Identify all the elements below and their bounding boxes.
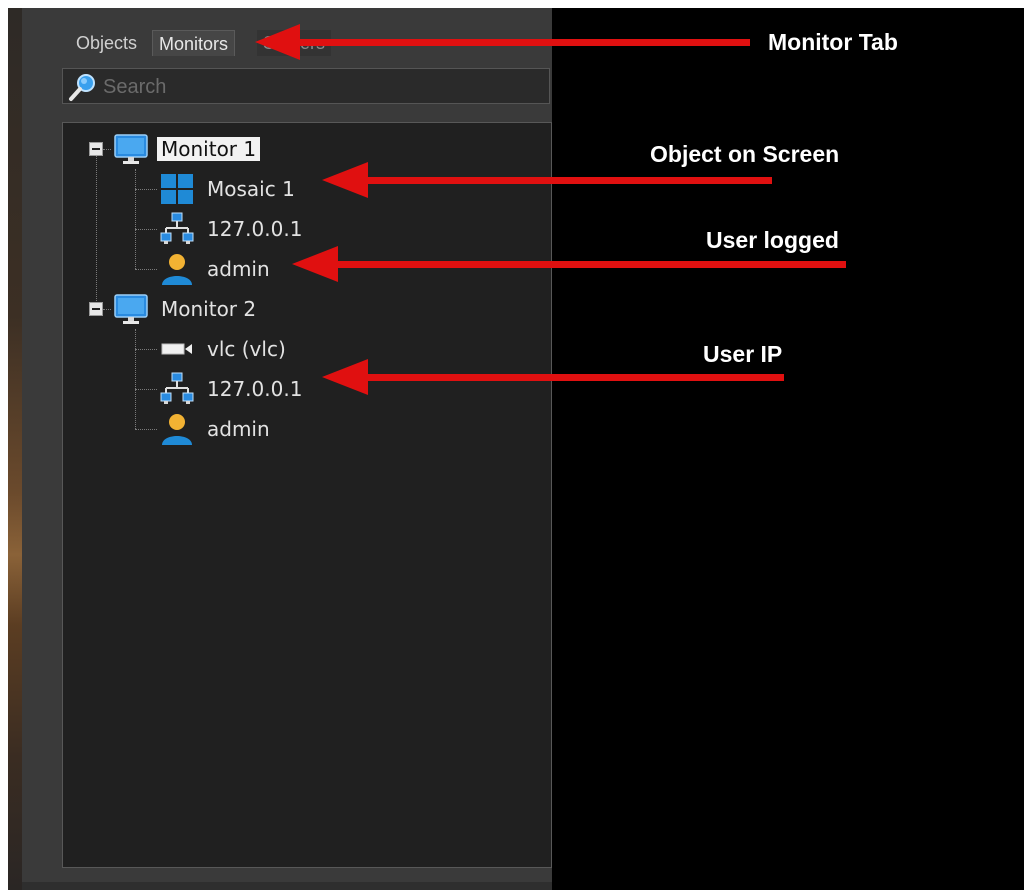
user-icon: [162, 414, 192, 445]
tree-item-label: Mosaic 1: [207, 177, 295, 201]
tree-item-monitor[interactable]: Monitor 2: [113, 291, 260, 327]
tree-item-ip[interactable]: 127.0.0.1: [159, 211, 306, 247]
collapse-toggle[interactable]: [89, 302, 103, 316]
search-input[interactable]: [103, 74, 533, 100]
tree-line: [103, 149, 111, 150]
network-icon: [160, 212, 194, 244]
tree-item-label: 127.0.0.1: [207, 377, 303, 401]
search-icon: [69, 74, 95, 101]
tab-monitors[interactable]: Monitors: [152, 30, 236, 56]
tree-item-object[interactable]: vlc (vlc): [159, 331, 290, 367]
tab-objects[interactable]: Objects: [70, 30, 144, 56]
tree-line: [103, 309, 111, 310]
tree-line: [135, 349, 157, 350]
tree-item-label: Monitor 1: [157, 137, 261, 161]
tree-line: [135, 189, 157, 190]
tree-item-label: admin: [207, 257, 270, 281]
panel-footer: [22, 882, 552, 890]
callout-monitor-tab: Monitor Tab: [768, 29, 898, 55]
monitors-panel: Objects Monitors Servers Search Monitor …: [22, 8, 552, 890]
tree-item-label: 127.0.0.1: [207, 217, 303, 241]
tree-item-label: admin: [207, 417, 270, 441]
background-video-strip: [8, 8, 22, 890]
callout-user-logged: User logged: [706, 227, 839, 253]
callout-user-ip: User IP: [703, 341, 783, 367]
tree-line: [135, 329, 136, 429]
tree-item-label: Monitor 2: [161, 297, 257, 321]
monitor-icon: [114, 134, 148, 164]
monitor-tree: Monitor 1 Mosaic 1 127.0.0.1 admin Monit…: [62, 122, 552, 868]
tree-item-label: vlc (vlc): [207, 337, 286, 361]
screenshot-stage: Objects Monitors Servers Search Monitor …: [8, 8, 1024, 890]
tree-line: [96, 155, 97, 301]
user-icon: [162, 254, 192, 285]
tree-item-user[interactable]: admin: [159, 251, 274, 287]
tree-item-user[interactable]: admin: [159, 411, 274, 447]
network-icon: [160, 372, 194, 404]
tree-line: [135, 229, 157, 230]
tree-line: [135, 429, 157, 430]
callout-object-on-screen: Object on Screen: [650, 141, 840, 167]
tree-item-object[interactable]: Mosaic 1: [159, 171, 299, 207]
tree-item-ip[interactable]: 127.0.0.1: [159, 371, 306, 407]
tree-item-monitor[interactable]: Monitor 1: [113, 131, 261, 167]
collapse-toggle[interactable]: [89, 142, 103, 156]
mosaic-icon: [161, 174, 193, 204]
search-box: [62, 68, 550, 104]
tree-line: [135, 269, 157, 270]
tab-servers[interactable]: Servers: [257, 30, 332, 56]
tree-line: [135, 389, 157, 390]
monitor-icon: [114, 294, 148, 324]
camera-icon: [161, 343, 192, 355]
tree-line: [135, 169, 136, 269]
